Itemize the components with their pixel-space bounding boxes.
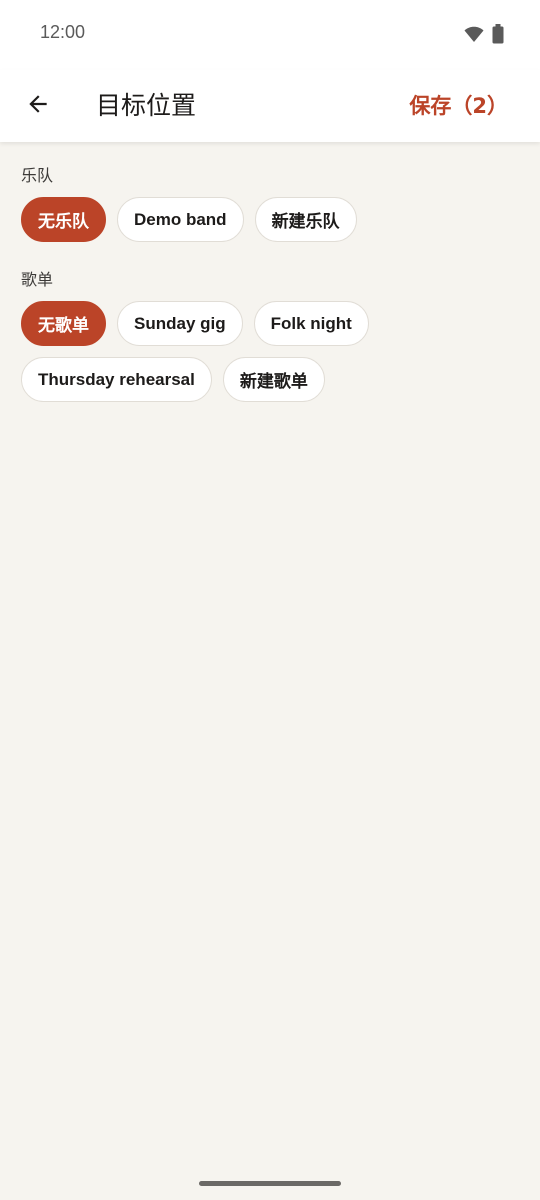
status-time: 12:00: [40, 22, 86, 42]
band-section: 乐队 无乐队 Demo band 新建乐队: [21, 164, 519, 242]
chip-folk-night[interactable]: Folk night: [253, 301, 369, 346]
save-button[interactable]: 保存（2）: [409, 90, 508, 122]
setlist-section: 歌单 无歌单 Sunday gig Folk night Thursday re…: [21, 268, 519, 402]
setlist-chip-group: 无歌单 Sunday gig Folk night Thursday rehea…: [21, 301, 519, 402]
chip-thursday-rehearsal[interactable]: Thursday rehearsal: [21, 357, 212, 402]
chip-no-setlist[interactable]: 无歌单: [21, 301, 106, 346]
chip-new-setlist[interactable]: 新建歌单: [222, 357, 325, 402]
wifi-icon: [464, 25, 484, 47]
content: 乐队 无乐队 Demo band 新建乐队 歌单 无歌单 Sunday gig …: [21, 142, 519, 402]
chip-demo-band[interactable]: Demo band: [117, 197, 244, 242]
home-indicator[interactable]: [199, 1181, 341, 1186]
battery-icon: [492, 24, 504, 48]
status-icons: [464, 24, 504, 48]
status-bar: 12:00: [0, 0, 540, 70]
chip-new-band[interactable]: 新建乐队: [254, 197, 357, 242]
chip-no-band[interactable]: 无乐队: [21, 197, 106, 242]
page-title: 目标位置: [96, 91, 197, 120]
chip-sunday-gig[interactable]: Sunday gig: [117, 301, 243, 346]
setlist-section-label: 歌单: [21, 270, 54, 289]
back-button[interactable]: [18, 86, 58, 126]
band-chip-group: 无乐队 Demo band 新建乐队: [21, 197, 519, 242]
app-bar: 目标位置 保存（2）: [0, 70, 540, 142]
arrow-back-icon: [25, 91, 51, 121]
band-section-label: 乐队: [21, 166, 54, 185]
